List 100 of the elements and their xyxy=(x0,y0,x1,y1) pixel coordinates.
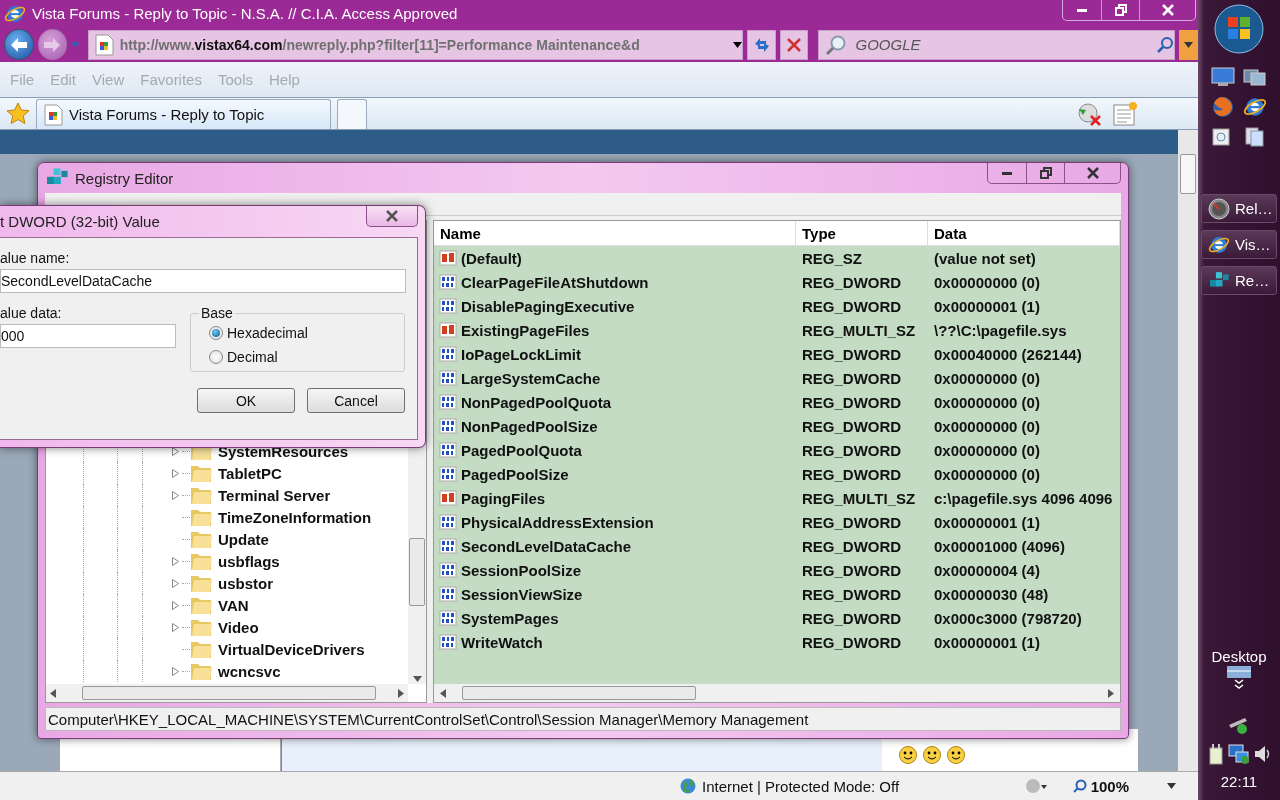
minimize-icon xyxy=(1002,171,1012,175)
documents-icon[interactable] xyxy=(1243,127,1265,147)
left-caret-icon xyxy=(50,688,56,698)
taskbar-button[interactable]: Re… xyxy=(1201,266,1277,295)
tree-item[interactable]: usbstor xyxy=(218,574,273,592)
expand-arrow-icon[interactable] xyxy=(171,600,179,610)
value-data: 0x00000004 (4) xyxy=(933,561,1041,579)
down-caret-icon xyxy=(412,676,422,682)
column-header[interactable]: Type xyxy=(796,221,928,245)
value-data-field[interactable]: 000 xyxy=(0,324,176,348)
stop-button[interactable] xyxy=(779,29,809,60)
value-name[interactable]: ClearPageFileAtShutdown xyxy=(461,273,649,291)
value-name[interactable]: NonPagedPoolSize xyxy=(461,417,598,435)
expand-arrow-icon[interactable] xyxy=(171,446,179,456)
field-label: alue name: xyxy=(0,250,71,266)
taskbar-button[interactable]: Rel… xyxy=(1201,194,1277,223)
folder-icon xyxy=(190,463,212,483)
browser-tab[interactable]: Vista Forums - Reply to Topic xyxy=(36,99,331,129)
document-icon[interactable] xyxy=(1211,127,1233,147)
binary-value-icon xyxy=(439,465,457,483)
power-plug-icon[interactable] xyxy=(1207,743,1225,765)
folder-icon xyxy=(190,551,212,571)
value-name[interactable]: DisablePagingExecutive xyxy=(461,297,635,315)
string-value-icon xyxy=(439,489,457,507)
folder-icon xyxy=(190,573,212,593)
restore-icon xyxy=(1039,167,1052,179)
value-name-field[interactable]: SecondLevelDataCache xyxy=(0,269,406,293)
tree-item[interactable]: TabletPC xyxy=(218,464,282,482)
value-name[interactable]: WriteWatch xyxy=(461,633,543,651)
dropdown-caret-icon xyxy=(1167,783,1176,789)
search-options-button[interactable] xyxy=(1179,29,1199,60)
value-name[interactable]: PhysicalAddressExtension xyxy=(461,513,654,531)
expand-arrow-icon[interactable] xyxy=(171,468,179,478)
search-input[interactable]: GOOGLE xyxy=(853,35,1151,54)
windows-stack-icon[interactable] xyxy=(1243,67,1267,87)
tree-item[interactable]: VAN xyxy=(218,596,249,614)
tree-item[interactable]: VirtualDeviceDrivers xyxy=(218,640,365,658)
scrollbar-thumb[interactable] xyxy=(1180,154,1196,194)
scrollbar-thumb[interactable] xyxy=(462,686,696,700)
value-data: c:\pagefile.sys 4096 4096 xyxy=(933,489,1114,507)
back-button[interactable] xyxy=(4,29,34,60)
expand-arrow-icon[interactable] xyxy=(171,666,179,676)
search-field[interactable]: GOOGLE xyxy=(818,29,1176,60)
radio-option[interactable]: Decimal xyxy=(209,349,392,365)
value-data: 0x00000001 (1) xyxy=(933,633,1041,651)
tree-item[interactable]: Update xyxy=(218,530,269,548)
tree-item[interactable]: Terminal Server xyxy=(218,486,331,504)
binary-value-icon xyxy=(439,441,457,459)
fox-globe-icon[interactable] xyxy=(1211,95,1235,119)
tree-item[interactable]: Video xyxy=(218,618,259,636)
tree-item[interactable]: usbflags xyxy=(218,552,280,570)
value-name[interactable]: PagedPoolSize xyxy=(461,465,569,483)
column-header[interactable]: Name xyxy=(434,221,796,245)
value-name[interactable]: SystemPages xyxy=(461,609,559,627)
value-name[interactable]: NonPagedPoolQuota xyxy=(461,393,611,411)
folder-icon xyxy=(190,617,212,637)
taskbar-button[interactable]: Vis… xyxy=(1201,230,1277,259)
expand-arrow-icon[interactable] xyxy=(171,578,179,588)
network-icon[interactable] xyxy=(1228,743,1250,765)
value-type: REG_DWORD xyxy=(801,297,903,315)
value-name[interactable]: SessionViewSize xyxy=(461,585,583,603)
expand-arrow-icon[interactable] xyxy=(171,556,179,566)
start-button[interactable] xyxy=(1214,4,1264,57)
desktop-toolbar-icon[interactable] xyxy=(1226,665,1252,679)
value-name[interactable]: PagedPoolQuota xyxy=(461,441,582,459)
scrollbar-thumb[interactable] xyxy=(82,686,376,700)
value-name[interactable]: IoPageLockLimit xyxy=(461,345,582,363)
value-name[interactable]: PagingFiles xyxy=(461,489,546,507)
close-button[interactable] xyxy=(366,206,418,227)
window-title: Registry Editor xyxy=(75,169,175,187)
browser-logo-icon[interactable] xyxy=(1243,95,1267,119)
dialog-button[interactable]: OK xyxy=(197,388,295,413)
right-arrow-icon xyxy=(44,37,61,52)
value-type: REG_DWORD xyxy=(801,369,903,387)
address-field[interactable]: http://www.vistax64.com/newreply.php?filter[11]=Performance Maintenance&d xyxy=(87,29,744,60)
expand-arrow-icon[interactable] xyxy=(171,490,179,500)
binary-value-icon xyxy=(439,609,457,627)
refresh-button[interactable] xyxy=(747,29,776,60)
reload-cancel-icon[interactable] xyxy=(1076,100,1102,127)
scrollbar-thumb[interactable] xyxy=(409,538,425,606)
tree-item[interactable]: wcncsvc xyxy=(218,662,281,680)
value-type: REG_DWORD xyxy=(801,513,903,531)
right-caret-icon xyxy=(398,688,404,698)
dialog-button[interactable]: Cancel xyxy=(307,388,405,413)
expand-arrow-icon[interactable] xyxy=(171,622,179,632)
radio-option[interactable]: Hexadecimal xyxy=(209,325,392,341)
chevron-icon[interactable] xyxy=(1234,679,1244,689)
tree-item[interactable]: TimeZoneInformation xyxy=(218,508,372,526)
monitor-icon[interactable] xyxy=(1211,67,1235,87)
value-name[interactable]: LargeSystemCache xyxy=(461,369,601,387)
speaker-icon[interactable] xyxy=(1253,743,1271,765)
value-name[interactable]: ExistingPageFiles xyxy=(461,321,590,339)
value-name[interactable]: (Default) xyxy=(461,249,522,267)
forward-button[interactable] xyxy=(37,29,68,60)
zoom-control[interactable]: 100% xyxy=(1072,777,1176,795)
value-name[interactable]: SecondLevelDataCache xyxy=(461,537,632,555)
folder-icon xyxy=(190,485,212,505)
privacy-icon[interactable] xyxy=(1025,777,1048,795)
column-header[interactable]: Data xyxy=(928,221,1120,245)
value-name[interactable]: SessionPoolSize xyxy=(461,561,582,579)
